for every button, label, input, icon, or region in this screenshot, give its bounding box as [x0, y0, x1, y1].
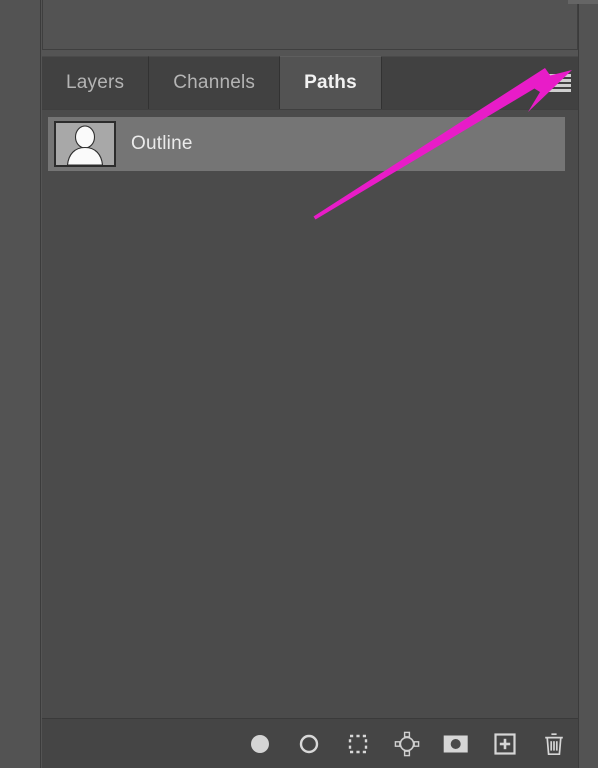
photoshop-window: Layers Channels Paths Outline — [0, 0, 598, 768]
tab-paths-label: Paths — [304, 72, 357, 93]
path-list-item-outline[interactable]: Outline — [48, 117, 565, 171]
right-dock-strip — [578, 0, 598, 768]
stroke-path-with-brush-icon — [299, 734, 318, 753]
load-path-as-selection-icon — [348, 734, 367, 753]
fill-path-with-foreground-color-button[interactable] — [235, 724, 284, 764]
make-work-path-from-selection-button[interactable] — [382, 724, 431, 764]
tab-layers[interactable]: Layers — [42, 56, 150, 109]
paths-list-body[interactable]: Outline — [42, 109, 578, 718]
left-dock-strip — [0, 0, 41, 768]
load-path-as-selection-button[interactable] — [333, 724, 382, 764]
paths-panel: Layers Channels Paths Outline — [42, 56, 578, 768]
paths-panel-toolbar — [42, 718, 578, 768]
create-new-path-icon — [493, 732, 516, 755]
fill-path-with-foreground-color-icon — [250, 734, 269, 753]
delete-path-trash-icon — [544, 732, 563, 755]
delete-path-trash-button[interactable] — [529, 724, 578, 764]
make-work-path-from-selection-icon — [394, 731, 419, 756]
upper-collapsed-panel[interactable] — [42, 0, 578, 50]
tab-layers-label: Layers — [66, 72, 125, 93]
hamburger-line — [547, 84, 571, 87]
person-silhouette-thumbnail — [54, 121, 116, 167]
upper-panel-right-cap — [568, 0, 598, 4]
person-silhouette-icon — [56, 123, 114, 165]
hamburger-line — [547, 89, 571, 92]
tab-channels-label: Channels — [173, 72, 256, 93]
tab-bar-filler — [381, 56, 578, 109]
path-list-item-label: Outline — [131, 133, 193, 154]
tab-paths[interactable]: Paths — [280, 56, 382, 109]
create-new-path-button[interactable] — [480, 724, 529, 764]
paths-list-inner: Outline — [48, 117, 565, 718]
tab-channels[interactable]: Channels — [149, 56, 281, 109]
add-layer-mask-icon — [443, 735, 468, 752]
hamburger-line — [547, 79, 571, 82]
panel-tab-bar: Layers Channels Paths — [42, 56, 578, 110]
add-layer-mask-button[interactable] — [431, 724, 480, 764]
stroke-path-with-brush-button[interactable] — [284, 724, 333, 764]
hamburger-menu-icon[interactable] — [546, 72, 572, 94]
hamburger-line — [547, 74, 571, 77]
